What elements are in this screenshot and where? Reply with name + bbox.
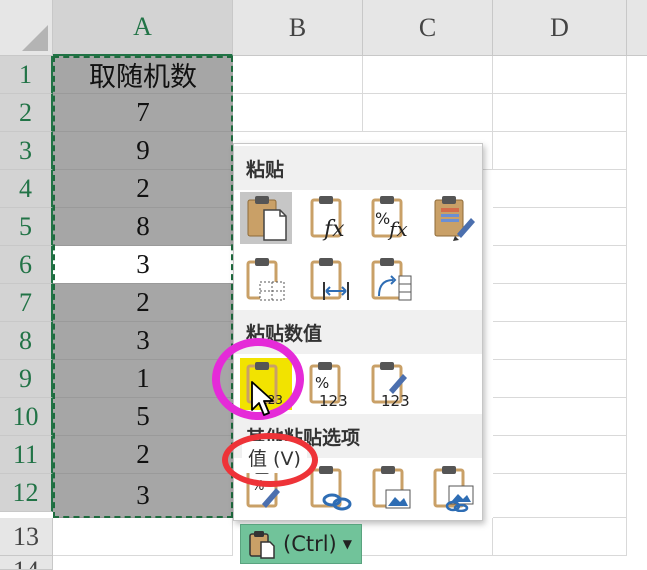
paste-formulas-button[interactable]: fx: [304, 192, 356, 244]
row-header[interactable]: 10: [0, 398, 53, 436]
transpose-button[interactable]: [366, 254, 418, 306]
cell-a11[interactable]: 2: [53, 436, 233, 474]
linked-picture-button[interactable]: [428, 462, 480, 514]
paste-link-button[interactable]: [304, 462, 356, 514]
cell-a8[interactable]: 3: [53, 322, 233, 360]
svg-text:123: 123: [381, 392, 410, 408]
row-header[interactable]: 5: [0, 208, 53, 246]
values-source-formatting-button[interactable]: 123: [366, 358, 418, 410]
tooltip-paste-values: 值 (V): [242, 441, 307, 473]
svg-text:%: %: [375, 209, 390, 228]
column-header-d[interactable]: D: [493, 0, 627, 56]
transpose-icon: [371, 258, 412, 301]
dropdown-caret-icon: ▼: [342, 537, 352, 551]
row-header[interactable]: 8: [0, 322, 53, 360]
row-header[interactable]: 11: [0, 436, 53, 474]
cell-a3[interactable]: 9: [53, 132, 233, 170]
section-paste: 粘贴: [234, 146, 482, 190]
cell-a5[interactable]: 8: [53, 208, 233, 246]
paste-formulas-icon: fx: [310, 196, 345, 242]
cell-a6-active[interactable]: 3: [53, 246, 233, 284]
row-header[interactable]: 14: [0, 556, 53, 570]
cell-a12[interactable]: 3: [53, 474, 233, 518]
keep-source-formatting-icon: [434, 196, 475, 241]
cell-a4[interactable]: 2: [53, 170, 233, 208]
column-header-b[interactable]: B: [233, 0, 363, 56]
row-header[interactable]: 13: [0, 518, 53, 556]
keep-column-widths-button[interactable]: [304, 254, 356, 306]
column-header-c[interactable]: C: [363, 0, 493, 56]
keep-source-formatting-button[interactable]: [428, 192, 480, 244]
cell-a7[interactable]: 2: [53, 284, 233, 322]
ctrl-label: (Ctrl): [283, 532, 337, 556]
select-all-corner[interactable]: [0, 0, 53, 56]
keep-column-widths-icon: [310, 258, 349, 300]
svg-text:fx: fx: [322, 217, 345, 242]
svg-text:%: %: [252, 479, 264, 494]
paste-link-icon: [310, 466, 352, 511]
column-header-a[interactable]: A: [53, 0, 233, 56]
cell-a10[interactable]: 5: [53, 398, 233, 436]
select-all-triangle-icon: [22, 25, 48, 51]
svg-text:%: %: [315, 374, 329, 392]
cell-a2[interactable]: 7: [53, 94, 233, 132]
row-header[interactable]: 2: [0, 94, 53, 132]
row-header[interactable]: 12: [0, 474, 53, 512]
paste-values-icon: 123: [246, 362, 283, 407]
paste-options-ctrl-button[interactable]: (Ctrl) ▼: [240, 524, 362, 564]
paste-icon: [247, 196, 287, 241]
row-header[interactable]: 7: [0, 284, 53, 322]
svg-text:fx: fx: [387, 217, 408, 241]
clipboard-icon: [249, 531, 275, 559]
paste-button[interactable]: [240, 192, 292, 244]
linked-picture-icon: [433, 466, 474, 512]
picture-button[interactable]: [366, 462, 418, 514]
column-header-e[interactable]: [627, 0, 647, 56]
svg-text:123: 123: [319, 392, 348, 408]
row-header[interactable]: 3: [0, 132, 53, 170]
cell-a1[interactable]: 取随机数: [53, 56, 233, 94]
values-number-formatting-button[interactable]: % 123: [304, 358, 356, 410]
row-header[interactable]: 6: [0, 246, 53, 284]
paste-formulas-number-format-icon: % fx: [371, 196, 408, 241]
paste-formulas-number-format-button[interactable]: % fx: [366, 192, 418, 244]
picture-icon: [372, 466, 411, 509]
row-header[interactable]: 1: [0, 56, 53, 94]
paste-values-button[interactable]: 123: [240, 358, 292, 410]
svg-text:123: 123: [260, 393, 283, 407]
values-number-formatting-icon: % 123: [309, 362, 348, 408]
values-source-formatting-icon: 123: [371, 362, 410, 408]
no-borders-button[interactable]: [240, 254, 292, 306]
row-header[interactable]: 9: [0, 360, 53, 398]
cell-a9[interactable]: 1: [53, 360, 233, 398]
no-borders-icon: [246, 258, 285, 301]
section-paste-values: 粘贴数值: [234, 310, 482, 354]
row-header[interactable]: 4: [0, 170, 53, 208]
